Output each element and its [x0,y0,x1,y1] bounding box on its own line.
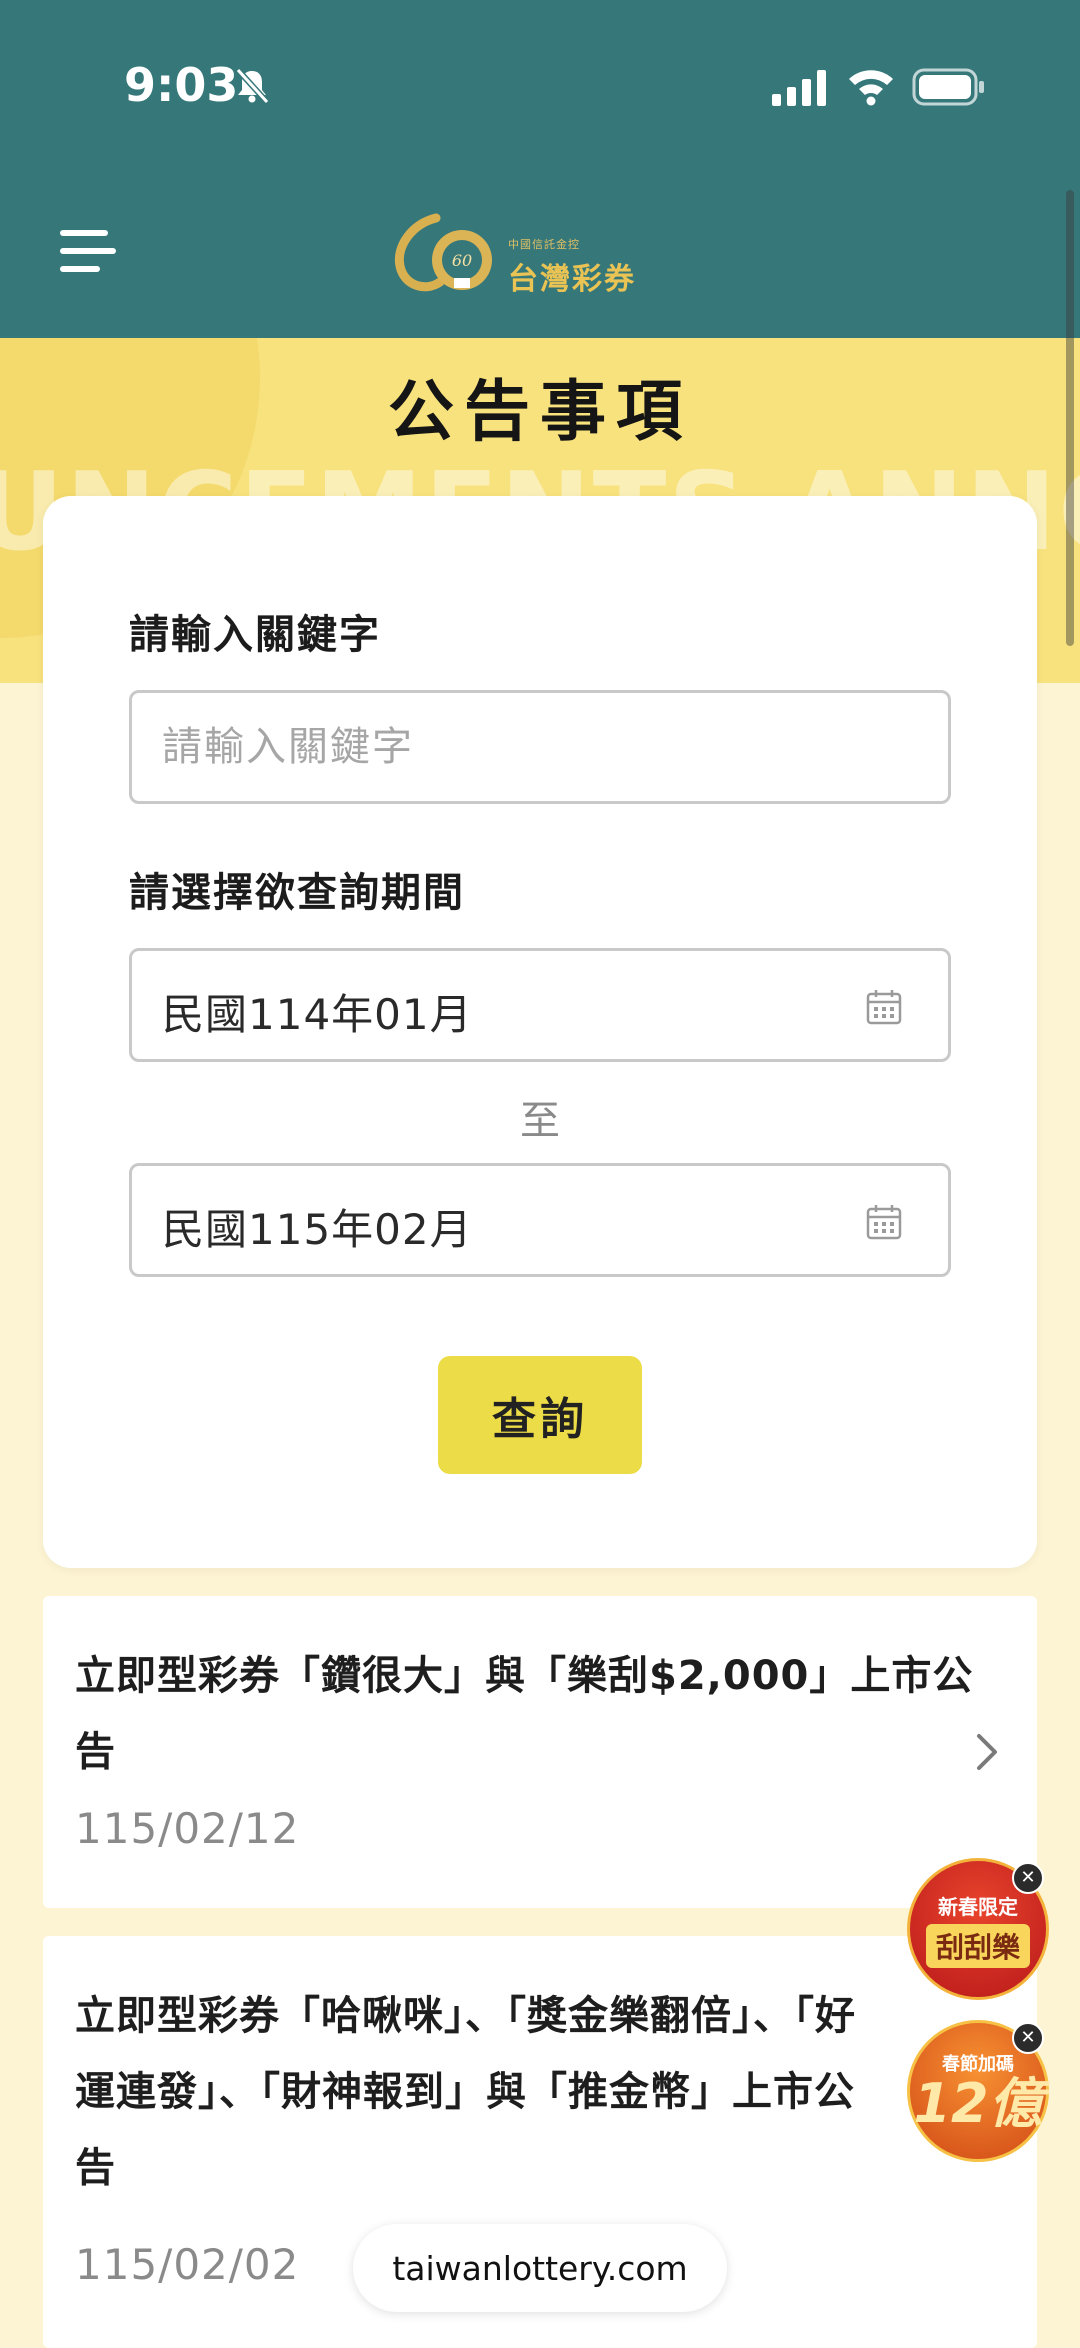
start-date-value: 民國114年01月 [162,990,473,1039]
wifi-icon [849,70,893,106]
close-icon[interactable]: ✕ [1012,2022,1044,2054]
browser-url-bar[interactable]: taiwanlottery.com [353,2224,727,2312]
chevron-right-icon [977,1734,997,1770]
cellular-signal-icon [772,70,826,106]
anniversary-60-icon: 60 [394,213,492,292]
svg-text:60: 60 [452,251,472,270]
bell-muted-icon [235,67,270,105]
battery-icon [912,68,984,106]
scrollbar[interactable] [1066,190,1074,646]
end-date-value: 民國115年02月 [162,1205,473,1254]
calendar-icon [866,1205,902,1240]
app-header: 9:03 60 中國信託金控 台灣彩券 [0,0,1080,338]
hamburger-menu-icon[interactable] [56,226,118,278]
end-date-picker[interactable]: 民國115年02月 [129,1163,951,1277]
announcement-title: 立即型彩券「哈啾咪」、「獎金樂翻倍」、「好運連發」、「財神報到」與「推金幣」上市… [75,1993,856,2191]
start-date-picker[interactable]: 民國114年01月 [129,948,951,1062]
announcement-date: 115/02/02 [75,2240,300,2289]
promo-badge-bottom-text: 刮刮樂 [925,1923,1030,1968]
announcement-item[interactable]: 立即型彩券「鑽很大」與「樂刮$2,000」上市公告 115/02/12 [43,1596,1037,1908]
announcement-title: 立即型彩券「鑽很大」與「樂刮$2,000」上市公告 [75,1653,974,1775]
brand-logo[interactable]: 60 中國信託金控 台灣彩券 [392,210,646,297]
period-label: 請選擇欲查詢期間 [129,870,465,916]
logo-title: 台灣彩券 [508,262,636,297]
search-button[interactable]: 查詢 [438,1356,642,1474]
status-time: 9:03 [124,58,239,112]
search-card: 請輸入關鍵字 請選擇欲查詢期間 民國114年01月 至 民國115年02月 [43,496,1037,1568]
close-icon[interactable]: ✕ [1012,1862,1044,1894]
keyword-field[interactable] [129,690,951,804]
keyword-input[interactable] [132,693,948,801]
announcement-date: 115/02/12 [75,1804,300,1853]
keyword-label: 請輸入關鍵字 [129,612,381,658]
promo-badge-bottom-text: 12億 [913,2072,1043,2135]
date-range-separator: 至 [520,1098,560,1144]
page-title: 公告事項 [388,373,692,450]
promo-badge-top-text: 新春限定 [938,1894,1018,1919]
calendar-icon [866,990,902,1025]
logo-subtitle: 中國信託金控 [508,238,580,251]
